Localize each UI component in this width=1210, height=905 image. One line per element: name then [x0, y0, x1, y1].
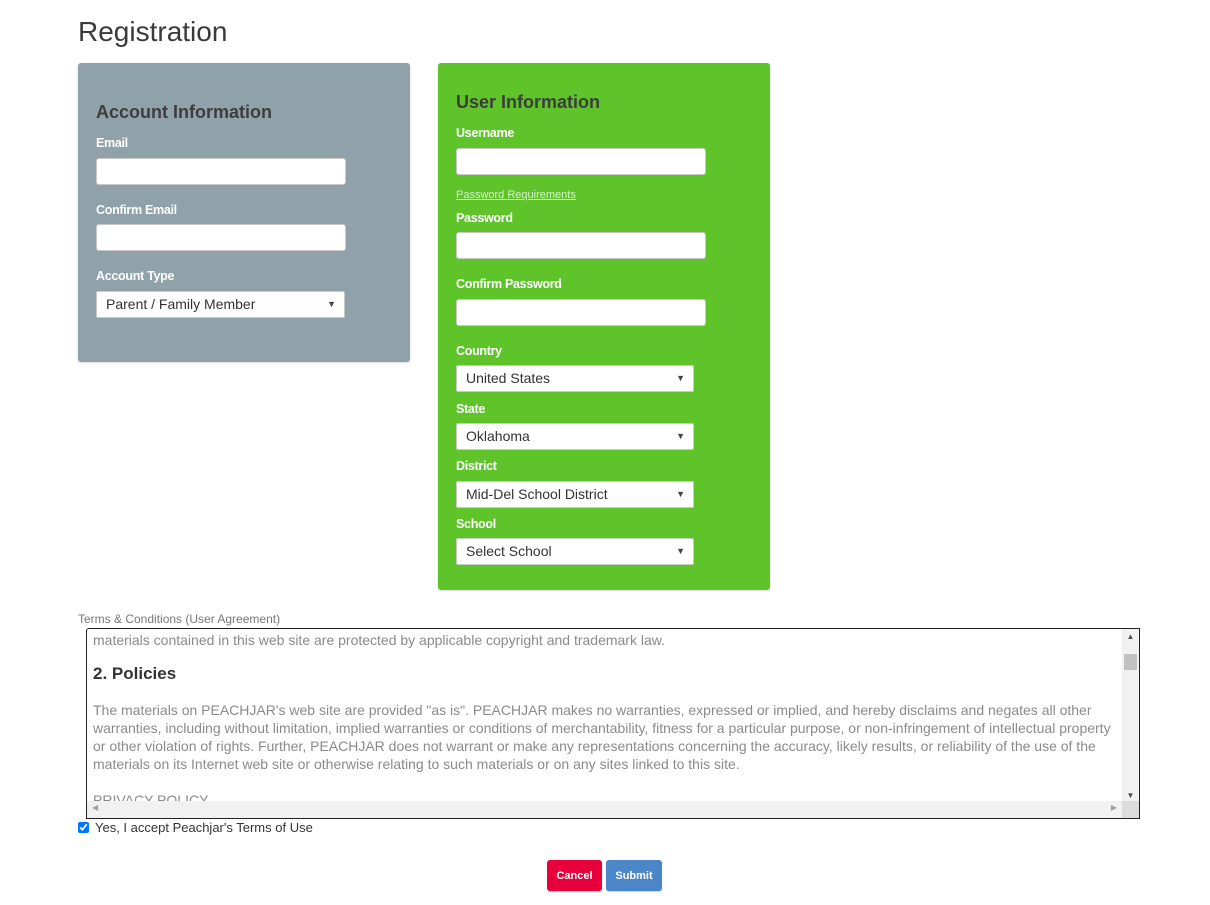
- password-input[interactable]: [456, 232, 706, 259]
- user-information-heading: User Information: [456, 92, 601, 112]
- terms-partial-line: materials contained in this web site are…: [93, 632, 665, 648]
- chevron-down-icon: ▼: [327, 299, 336, 309]
- chevron-down-icon: ▼: [676, 431, 685, 441]
- state-label: State: [456, 402, 486, 416]
- submit-button[interactable]: Submit: [606, 860, 662, 891]
- accept-terms-label: Yes, I accept Peachjar's Terms of Use: [95, 820, 313, 835]
- scrollbar-corner: [1122, 801, 1139, 818]
- email-input[interactable]: [96, 158, 346, 185]
- confirm-email-input[interactable]: [96, 224, 346, 251]
- username-input[interactable]: [456, 148, 706, 175]
- confirm-password-label: Confirm Password: [456, 277, 562, 291]
- school-select[interactable]: Select School ▼: [456, 538, 694, 565]
- confirm-email-label: Confirm Email: [96, 203, 177, 217]
- user-information-panel: User Information Username Password Requi…: [438, 63, 770, 590]
- horizontal-scrollbar[interactable]: ◀ ▶: [87, 801, 1122, 818]
- state-value: Oklahoma: [466, 428, 530, 444]
- username-label: Username: [456, 126, 515, 140]
- chevron-down-icon: ▼: [676, 489, 685, 499]
- terms-label: Terms & Conditions (User Agreement): [78, 612, 281, 626]
- scroll-right-icon[interactable]: ▶: [1111, 803, 1117, 812]
- district-select[interactable]: Mid-Del School District ▼: [456, 481, 694, 508]
- district-value: Mid-Del School District: [466, 486, 608, 502]
- school-value: Select School: [466, 543, 552, 559]
- terms-content: materials contained in this web site are…: [93, 629, 1119, 809]
- country-value: United States: [466, 370, 551, 386]
- account-type-value: Parent / Family Member: [106, 296, 256, 312]
- password-requirements-link[interactable]: Password Requirements: [456, 189, 576, 201]
- account-information-heading: Account Information: [96, 102, 272, 122]
- scroll-left-icon[interactable]: ◀: [92, 803, 98, 812]
- confirm-password-input[interactable]: [456, 299, 706, 326]
- chevron-down-icon: ▼: [676, 546, 685, 556]
- terms-section-heading: 2. Policies: [93, 664, 177, 683]
- terms-scroll-box[interactable]: materials contained in this web site are…: [86, 628, 1140, 819]
- password-label: Password: [456, 211, 513, 225]
- scroll-down-icon[interactable]: ▼: [1122, 791, 1139, 800]
- account-type-select[interactable]: Parent / Family Member ▼: [96, 291, 345, 318]
- school-label: School: [456, 517, 496, 531]
- vertical-scroll-thumb[interactable]: [1124, 654, 1137, 670]
- terms-section-body: The materials on PEACHJAR's web site are…: [93, 702, 1111, 772]
- account-information-panel: Account Information Email Confirm Email …: [78, 63, 410, 362]
- state-select[interactable]: Oklahoma ▼: [456, 423, 694, 450]
- vertical-scrollbar[interactable]: ▲ ▼: [1122, 629, 1139, 802]
- scroll-up-icon[interactable]: ▲: [1122, 632, 1139, 641]
- country-select[interactable]: United States ▼: [456, 365, 694, 392]
- email-label: Email: [96, 136, 128, 150]
- account-type-label: Account Type: [96, 269, 175, 283]
- accept-terms-checkbox[interactable]: [78, 822, 89, 833]
- district-label: District: [456, 459, 497, 473]
- cancel-button[interactable]: Cancel: [547, 860, 602, 891]
- country-label: Country: [456, 344, 502, 358]
- chevron-down-icon: ▼: [676, 373, 685, 383]
- page-title: Registration: [78, 16, 228, 47]
- accept-terms-row[interactable]: Yes, I accept Peachjar's Terms of Use: [78, 820, 313, 835]
